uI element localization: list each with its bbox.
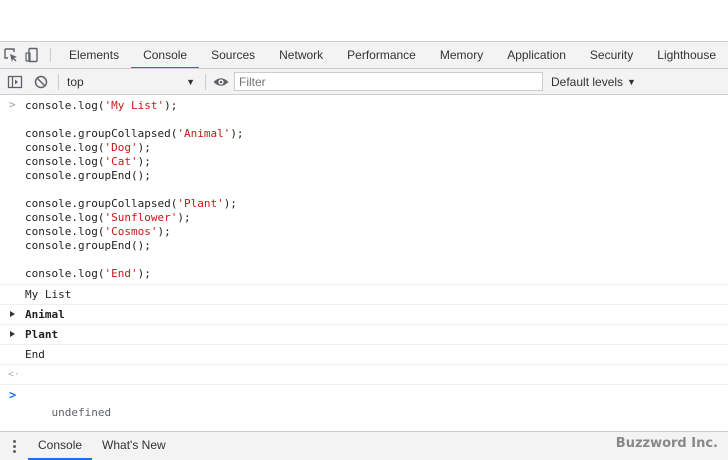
tab-memory[interactable]: Memory (428, 42, 495, 68)
tab-lighthouse[interactable]: Lighthouse (645, 42, 728, 68)
tab-performance[interactable]: Performance (335, 42, 428, 68)
message-text: Animal (25, 308, 65, 321)
code-token: ); (137, 267, 151, 280)
drawer-tabs: Console What's New (28, 432, 176, 460)
code-line: console.log('Cat'); (25, 155, 728, 169)
tab-network[interactable]: Network (267, 42, 335, 68)
toolbar-divider (50, 48, 52, 62)
input-prompt-chevron-icon: > (9, 98, 16, 111)
code-token: console.log( (25, 141, 105, 154)
tab-sources[interactable]: Sources (199, 42, 267, 68)
message-text: End (25, 348, 45, 361)
code-line: console.groupEnd(); (25, 239, 728, 253)
expand-triangle-icon[interactable] (10, 331, 15, 337)
panel-tabs: Elements Console Sources Network Performance… (57, 42, 728, 68)
code-line: console.groupEnd(); (25, 169, 728, 183)
log-levels-dropdown[interactable]: Default levels ▼ (551, 75, 636, 89)
console-messages: My List Animal Plant End (0, 285, 728, 365)
code-line: console.log('Cosmos'); (25, 225, 728, 239)
watermark: Buzzword Inc. (615, 436, 718, 451)
code-string: 'My List' (104, 99, 165, 112)
return-value-text: undefined (51, 406, 112, 419)
code-token: console.groupCollapsed( (25, 127, 178, 140)
code-token: console.groupCollapsed( (25, 197, 178, 210)
code-token: ); (137, 141, 151, 154)
code-token: console.groupEnd(); (25, 239, 151, 252)
live-expression-eye-icon[interactable] (210, 70, 232, 94)
devtools-tab-bar: Elements Console Sources Network Performance… (0, 41, 728, 69)
code-string: 'Sunflower' (104, 211, 178, 224)
show-sidebar-icon[interactable] (4, 70, 26, 94)
code-line: console.log('End'); (25, 267, 728, 281)
code-line: console.log('Sunflower'); (25, 211, 728, 225)
prompt-chevron-icon: > (9, 388, 17, 402)
code-token: console.log( (25, 99, 105, 112)
code-string: 'Dog' (104, 141, 138, 154)
dropdown-arrow-icon: ▼ (627, 76, 636, 87)
console-output[interactable]: > console.log('My List'); console.groupCo… (0, 95, 728, 431)
tab-security[interactable]: Security (578, 42, 645, 68)
code-string: 'Plant' (177, 197, 224, 210)
code-line: console.groupCollapsed('Plant'); (25, 197, 728, 211)
console-code: console.log('My List'); console.groupColl… (25, 99, 728, 281)
code-string: 'Animal' (177, 127, 231, 140)
drawer-tab-what-s-new[interactable]: What's New (92, 432, 176, 460)
code-string: 'End' (104, 267, 138, 280)
context-selector-value: top (67, 74, 84, 89)
code-string: 'Cosmos' (104, 225, 158, 238)
code-token: ); (177, 211, 191, 224)
code-token: console.log( (25, 155, 105, 168)
code-token: console.log( (25, 267, 105, 280)
code-line: console.log('Dog'); (25, 141, 728, 155)
tab-elements[interactable]: Elements (57, 42, 131, 68)
code-line: console.groupCollapsed('Animal'); (25, 127, 728, 141)
console-prompt[interactable]: > (0, 385, 728, 405)
console-message: End (0, 345, 728, 365)
inspect-element-icon[interactable] (0, 42, 21, 68)
drawer-menu-icon[interactable] (0, 432, 28, 460)
console-group[interactable]: Plant (0, 325, 728, 345)
console-return-value: <· undefined (0, 365, 728, 419)
code-line: console.log('My List'); (25, 99, 728, 113)
console-toolbar: top ▼ Default levels ▼ (0, 69, 728, 95)
context-selector[interactable]: top ▼ (63, 72, 199, 92)
message-text: My List (25, 288, 72, 301)
console-input-entry: > console.log('My List'); console.groupCo… (0, 95, 728, 285)
console-message: My List (0, 285, 728, 305)
device-toolbar-icon[interactable] (21, 42, 42, 68)
filter-input[interactable] (234, 72, 543, 91)
toolbar-divider (58, 73, 59, 90)
return-value-arrow-icon: <· (8, 369, 21, 380)
browser-viewport-blank (0, 0, 728, 41)
dropdown-arrow-icon: ▼ (186, 76, 195, 87)
code-token: console.log( (25, 225, 105, 238)
toolbar-divider (205, 73, 206, 90)
drawer-tab-bar: Console What's New Buzzword Inc. (0, 431, 728, 460)
code-token: ); (223, 197, 237, 210)
tab-console[interactable]: Console (131, 42, 200, 68)
code-token: ); (157, 225, 171, 238)
tab-application[interactable]: Application (495, 42, 578, 68)
console-group[interactable]: Animal (0, 305, 728, 325)
clear-console-icon[interactable] (30, 70, 52, 94)
code-token: ); (230, 127, 244, 140)
code-token: console.groupEnd(); (25, 169, 151, 182)
expand-triangle-icon[interactable] (10, 311, 15, 317)
code-token: ); (137, 155, 151, 168)
code-token: console.log( (25, 211, 105, 224)
code-token: ); (164, 99, 178, 112)
log-levels-label: Default levels (551, 74, 624, 89)
message-text: Plant (25, 328, 59, 341)
code-string: 'Cat' (104, 155, 138, 168)
drawer-tab-console[interactable]: Console (28, 432, 93, 460)
